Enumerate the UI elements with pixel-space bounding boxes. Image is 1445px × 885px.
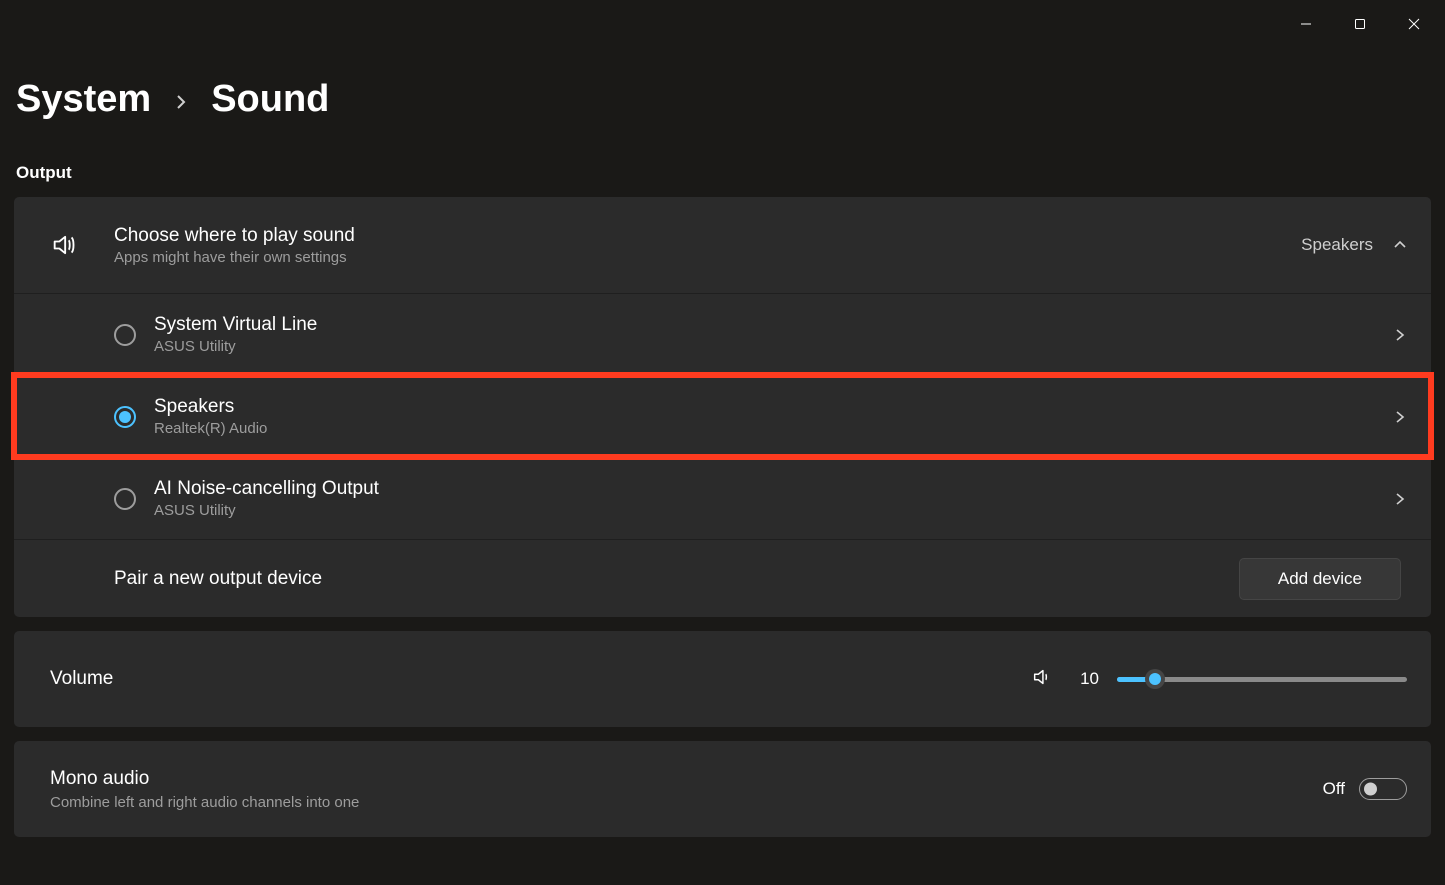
choose-output-value: Speakers	[1301, 235, 1373, 255]
mono-toggle-state: Off	[1323, 779, 1345, 799]
breadcrumb-parent[interactable]: System	[16, 78, 151, 121]
chevron-up-icon	[1393, 238, 1407, 252]
device-title: Speakers	[154, 396, 1393, 418]
device-title: AI Noise-cancelling Output	[154, 478, 1393, 500]
speaker-icon	[50, 231, 94, 259]
pair-device-row: Pair a new output device Add device	[14, 539, 1431, 617]
output-device-row-selected[interactable]: Speakers Realtek(R) Audio	[14, 375, 1431, 457]
radio-icon[interactable]	[114, 488, 136, 510]
mono-toggle[interactable]	[1359, 778, 1407, 800]
mono-audio-card: Mono audio Combine left and right audio …	[14, 741, 1431, 837]
output-device-row[interactable]: System Virtual Line ASUS Utility	[14, 293, 1431, 375]
radio-icon[interactable]	[114, 324, 136, 346]
mono-title: Mono audio	[50, 768, 1323, 790]
content-area: System Sound Output Choose where to play…	[0, 48, 1445, 837]
mono-subtitle: Combine left and right audio channels in…	[50, 794, 1323, 811]
volume-value: 10	[1071, 669, 1099, 689]
chevron-right-icon[interactable]	[1393, 410, 1407, 424]
output-card: Choose where to play sound Apps might ha…	[14, 197, 1431, 617]
volume-mute-icon[interactable]	[1031, 666, 1053, 692]
volume-slider[interactable]	[1117, 669, 1407, 689]
volume-card: Volume 10	[14, 631, 1431, 727]
device-title: System Virtual Line	[154, 314, 1393, 336]
choose-output-title: Choose where to play sound	[114, 225, 1301, 247]
chevron-right-icon[interactable]	[1393, 492, 1407, 506]
pair-device-label: Pair a new output device	[114, 568, 1239, 590]
maximize-button[interactable]	[1337, 8, 1383, 40]
volume-row: Volume 10	[14, 631, 1431, 727]
mono-audio-row[interactable]: Mono audio Combine left and right audio …	[14, 741, 1431, 837]
chevron-right-icon	[175, 90, 187, 116]
output-section-label: Output	[14, 163, 1431, 183]
output-device-row[interactable]: AI Noise-cancelling Output ASUS Utility	[14, 457, 1431, 539]
device-subtitle: Realtek(R) Audio	[154, 420, 1393, 437]
breadcrumb-current: Sound	[211, 78, 329, 121]
device-subtitle: ASUS Utility	[154, 502, 1393, 519]
volume-label: Volume	[50, 668, 1031, 690]
device-subtitle: ASUS Utility	[154, 338, 1393, 355]
radio-selected-icon[interactable]	[114, 406, 136, 428]
titlebar	[0, 0, 1445, 48]
add-device-button[interactable]: Add device	[1239, 558, 1401, 600]
choose-output-subtitle: Apps might have their own settings	[114, 249, 1301, 266]
close-button[interactable]	[1391, 8, 1437, 40]
chevron-right-icon[interactable]	[1393, 328, 1407, 342]
minimize-button[interactable]	[1283, 8, 1329, 40]
choose-output-row[interactable]: Choose where to play sound Apps might ha…	[14, 197, 1431, 293]
breadcrumb: System Sound	[14, 78, 1431, 121]
